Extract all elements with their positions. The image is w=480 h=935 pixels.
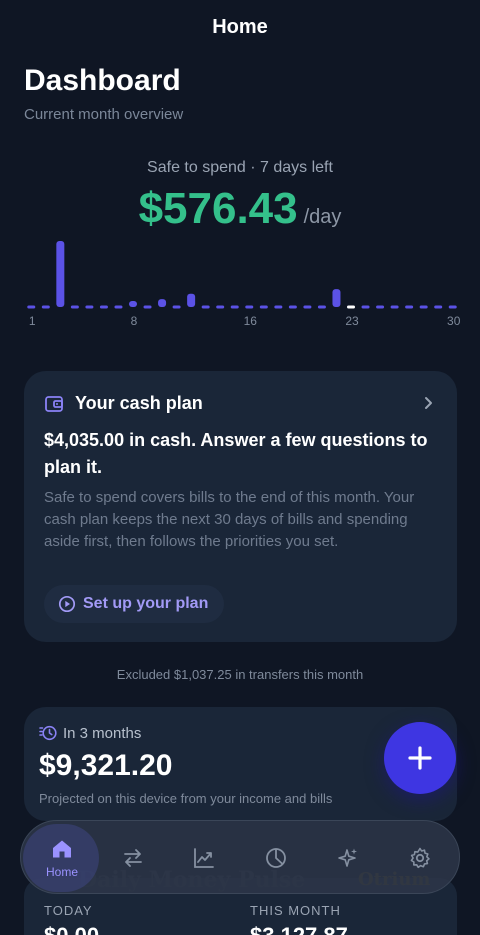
safe-to-spend-label: Safe to spend · 7 days left [147,159,333,176]
safe-to-spend-amount-row: $576.43 /day [0,184,480,234]
nav-bar: Home [0,0,480,54]
chart-bar-day-20 [303,305,312,309]
page-title: Dashboard [24,64,181,97]
nav-title: Home [212,15,268,38]
chart-bar-day-5 [85,305,94,309]
cash-plan-body: Safe to spend covers bills to the end of… [44,489,415,550]
gear-icon [410,847,430,869]
chart-bar-day-8 [129,301,137,307]
stat-month-value: $3,127.87 [250,923,348,935]
chart-bar-day-6 [99,305,108,309]
chart-bar-day-28 [419,305,428,309]
chart-bar-day-14 [216,305,225,309]
daily-spend-chart: 1 8 16 23 30 [27,241,460,328]
chart-bar-day-29 [434,305,443,309]
arrows-icon [124,849,142,867]
chart-bar-day-30 [448,305,457,309]
chart-bar-day-22 [332,289,341,307]
chart-bar-day-26 [390,305,399,309]
chart-tick-label: 30 [447,314,460,328]
stat-today-value: $0.00 [44,923,99,935]
chart-bar-day-4 [70,305,79,309]
chart-bar-day-16 [245,305,254,309]
chart-tick-label: 23 [345,314,359,328]
cash-plan-title: Your cash plan [75,393,203,413]
tab-settings[interactable] [385,821,455,895]
page-header: Dashboard Current month overview [24,64,183,123]
chart-bar-day-7 [114,305,123,309]
tab-trends[interactable] [169,821,239,895]
chart-bar-day-19 [288,305,297,309]
sparkle-icon [338,848,357,867]
safe-to-spend-unit: /day [303,206,342,228]
chart-bar-day-18 [274,305,283,309]
pie-icon [266,848,286,868]
chart-bar-day-27 [405,305,414,309]
projection-label: In 3 months [63,724,142,742]
chart-bar-day-1 [27,305,36,309]
chart-bar-day-2 [41,305,50,309]
tab-home[interactable]: Home [27,821,97,895]
tab-bar: Home [20,820,460,894]
play-circle-icon [58,595,76,613]
tab-budget[interactable] [241,821,311,895]
projection-note: Projected on this device from your incom… [39,791,333,806]
setup-plan-label: Set up your plan [83,595,209,612]
stat-month-label: THIS MONTH [250,903,341,918]
add-transaction-button[interactable] [384,722,456,794]
chart-bar-day-17 [259,305,268,309]
cash-plan-card[interactable]: Your cash plan $4,035.00 in cash. Answer… [24,371,457,642]
chart-bar-day-12 [187,293,196,307]
excluded-transfers-note: Excluded $1,037.25 in transfers this mon… [116,667,364,682]
setup-plan-button[interactable]: Set up your plan [44,585,225,623]
chart-tick-label: 1 [29,314,36,328]
tab-transfers[interactable] [98,821,168,895]
safe-to-spend-amount: $576.43 [138,184,298,233]
tab-insights[interactable] [313,821,383,895]
chevron-right-icon[interactable] [421,395,435,411]
chart-icon [194,848,214,868]
chart-bar-day-10 [158,299,167,307]
chart-tick-label: 8 [131,314,138,328]
chart-tick-label: 16 [244,314,258,328]
chart-bar-day-13 [201,305,210,309]
home-icon [53,840,71,858]
cash-plan-headline: $4,035.00 in cash. Answer a few question… [44,430,428,477]
chart-bar-day-25 [376,305,385,309]
stat-today-label: TODAY [44,903,93,918]
projection-amount: $9,321.20 [39,749,173,782]
cash-plan-header: Your cash plan [44,393,203,414]
chart-bar-day-11 [172,305,181,309]
chart-bar-day-21 [317,305,326,309]
projection-header: In 3 months [39,724,141,742]
plus-icon [408,746,432,770]
page-subtitle: Current month overview [24,106,184,123]
chart-bar-day-15 [230,305,239,309]
history-clock-icon [39,725,57,741]
tab-home-label: Home [45,865,78,879]
chart-bar-day-23 [347,305,355,309]
chart-bar-day-9 [143,305,152,309]
wallet-icon [45,395,63,412]
chart-bar-day-3 [56,241,65,307]
chart-bar-day-24 [361,305,370,309]
